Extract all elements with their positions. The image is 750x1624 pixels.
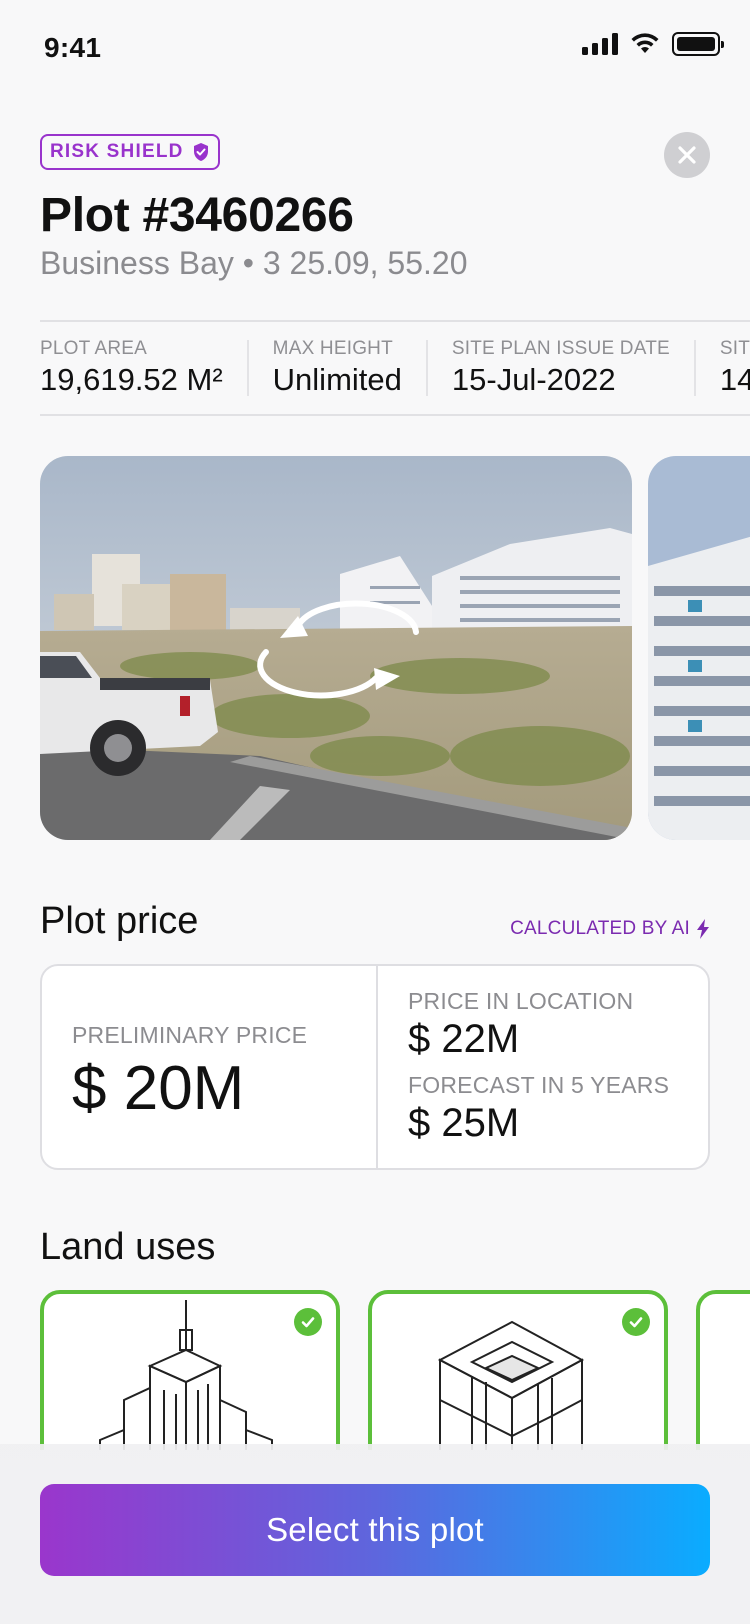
skyscraper-icon [99,1300,273,1450]
badge-label: RISK SHIELD [50,141,184,162]
preliminary-price-label: PRELIMINARY PRICE [72,1022,308,1048]
ai-tag-label: CALCULATED BY AI [510,918,690,939]
stat-value: 14 [719,362,750,397]
wifi-icon [631,33,659,53]
page-title: Plot #3460266 [40,189,354,242]
land-use-card[interactable] [368,1290,668,1450]
building-icon [437,1320,585,1450]
stat-label: SIT [719,338,750,359]
status-bar: 9:41 [0,0,750,96]
plot-price-heading: Plot price [40,900,199,942]
cellular-signal-icon [582,33,618,55]
status-time: 9:41 [44,32,102,63]
land-use-card[interactable] [40,1290,340,1450]
close-icon [678,146,696,164]
price-details-panel: PRICE IN LOCATION $ 22M FORECAST IN 5 YE… [378,966,708,1168]
calculated-by-ai-tag: CALCULATED BY AI [510,918,710,940]
land-uses-heading: Land uses [40,1226,216,1268]
stat-max-height: MAX HEIGHT Unlimited [272,338,428,397]
stat-label: PLOT AREA [40,338,148,359]
price-card: PRELIMINARY PRICE $ 20M PRICE IN LOCATIO… [40,964,710,1170]
status-icons [582,32,724,56]
land-use-card[interactable] [696,1290,750,1450]
preliminary-price-panel: PRELIMINARY PRICE $ 20M [42,966,378,1168]
stat-value: 15-Jul-2022 [451,362,616,397]
stat-label: MAX HEIGHT [272,338,393,359]
price-in-location-label: PRICE IN LOCATION [408,988,634,1014]
stat-value: Unlimited [272,362,402,397]
stat-site-plan-date: SITE PLAN ISSUE DATE 15-Jul-2022 [451,338,696,397]
photo-gallery[interactable] [40,456,750,840]
plot-stats-strip[interactable]: PLOT AREA 19,619.52 M² MAX HEIGHT Unlimi… [40,320,750,416]
close-button[interactable] [664,132,710,178]
stat-label: SITE PLAN ISSUE DATE [451,338,670,359]
lightning-icon [697,919,709,939]
forecast-label: FORECAST IN 5 YEARS [408,1072,670,1098]
plot-header: RISK SHIELD Plot #3460266 Business Bay •… [40,132,710,282]
shield-check-icon [193,143,208,161]
forecast-value: $ 25M [408,1101,520,1145]
land-uses-list[interactable] [40,1290,750,1450]
stat-plot-area: PLOT AREA 19,619.52 M² [40,338,249,397]
building-photo[interactable] [648,456,750,840]
stat-partial: SIT 14 [719,338,750,397]
risk-shield-badge: RISK SHIELD [40,134,220,170]
battery-icon [672,32,724,56]
preliminary-price-value: $ 20M [72,1054,245,1123]
plot-location: Business Bay • 3 25.09, 55.20 [40,245,468,281]
stat-value: 19,619.52 M² [40,362,223,397]
street-view-photo[interactable] [40,456,632,840]
select-plot-button[interactable]: Select this plot [40,1484,710,1576]
price-in-location-value: $ 22M [408,1017,520,1061]
